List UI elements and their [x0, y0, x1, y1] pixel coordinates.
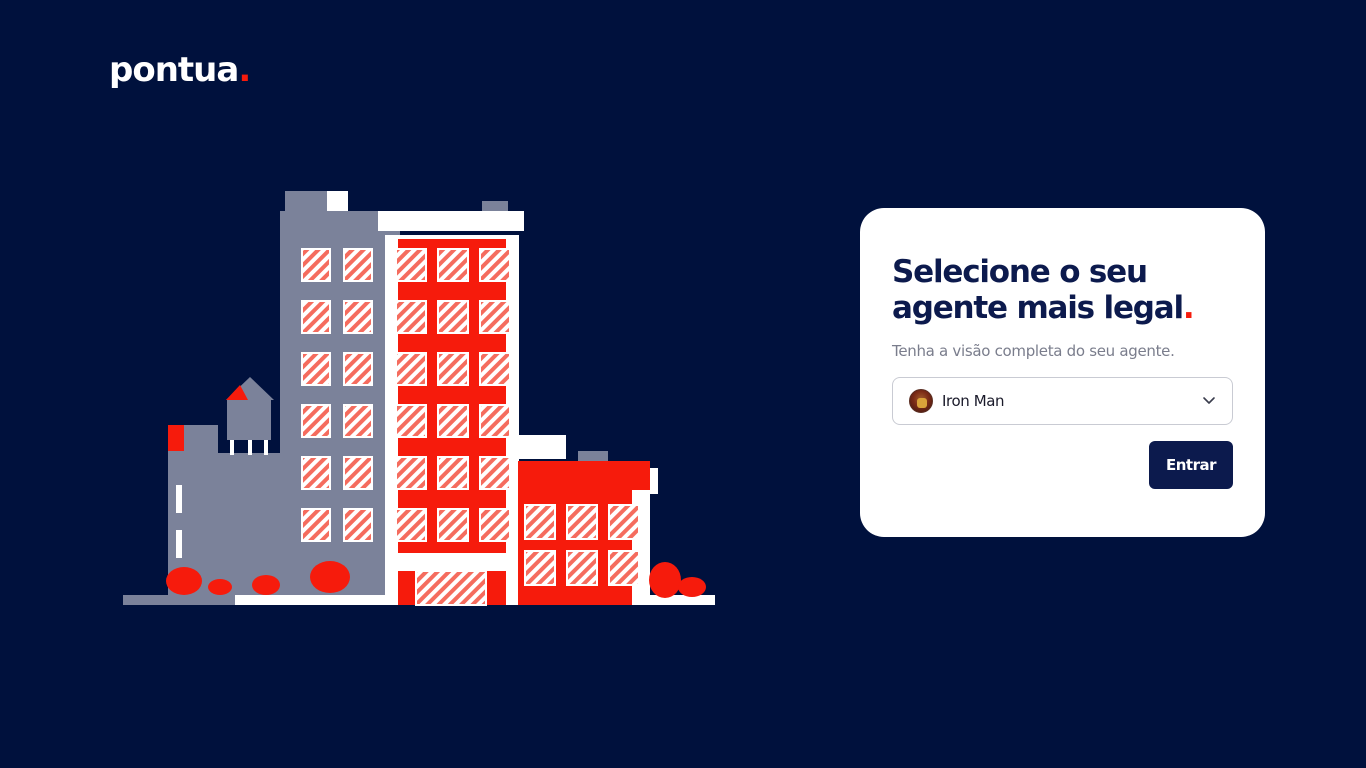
buildings-illustration	[123, 191, 715, 606]
iron-man-avatar-icon	[909, 389, 933, 413]
login-card: Selecione o seu agente mais legal. Tenha…	[860, 208, 1265, 537]
enter-button[interactable]: Entrar	[1149, 441, 1233, 489]
title-dot: .	[1182, 290, 1195, 326]
chevron-down-icon	[1203, 397, 1215, 404]
agent-select-value: Iron Man	[942, 392, 1005, 410]
logo-dot: .	[238, 50, 251, 90]
card-title: Selecione o seu agente mais legal.	[892, 254, 1232, 326]
card-subtitle: Tenha a visão completa do seu agente.	[892, 342, 1175, 360]
title-line-2: agente mais legal	[892, 290, 1184, 326]
pontua-logo: pontua.	[109, 50, 251, 90]
title-line-1: Selecione o seu	[892, 254, 1148, 290]
logo-text: pontua	[109, 50, 239, 90]
agent-select[interactable]: Iron Man	[892, 377, 1233, 425]
